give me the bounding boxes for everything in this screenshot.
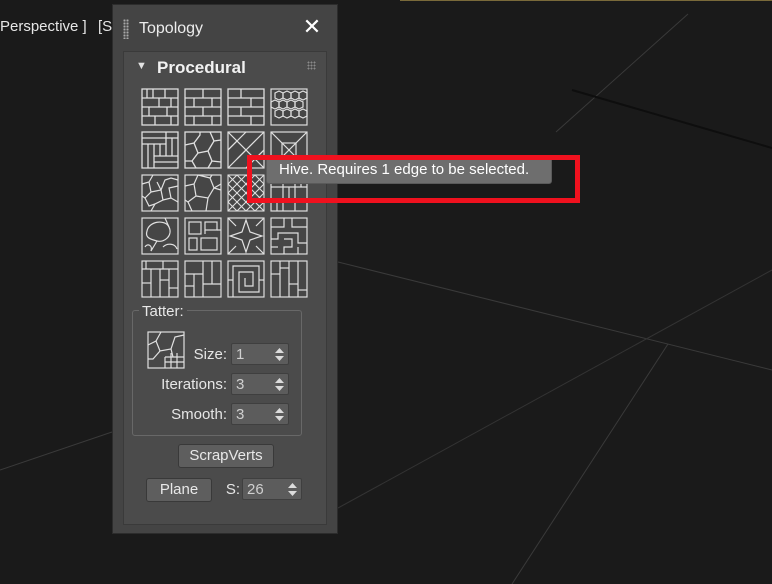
- smooth-label: Smooth:: [171, 406, 227, 423]
- rollout-grip-icon[interactable]: [307, 61, 316, 70]
- pattern-flagstone-icon[interactable]: [184, 174, 222, 212]
- topology-panel: Topology ✕ ▼ Procedural Tatter: Size: 1 …: [112, 4, 338, 534]
- pattern-star-cross-icon[interactable]: [227, 217, 265, 255]
- pattern-hive-icon[interactable]: [270, 88, 308, 126]
- tatter-label: Tatter:: [139, 303, 187, 320]
- panel-header[interactable]: Topology ✕: [113, 5, 337, 47]
- scrapverts-button[interactable]: ScrapVerts: [178, 444, 274, 468]
- viewport-label[interactable]: Perspective ]: [0, 18, 87, 35]
- smooth-value[interactable]: 3: [236, 406, 244, 423]
- spinner-arrows-icon[interactable]: [288, 482, 297, 497]
- panel-title: Topology: [139, 20, 204, 37]
- viewport-shading-label[interactable]: [S: [98, 18, 112, 35]
- close-icon[interactable]: ✕: [301, 17, 323, 39]
- collapse-arrow-icon[interactable]: ▼: [136, 60, 147, 72]
- pattern-basket-icon[interactable]: [141, 131, 179, 169]
- pattern-tiles-mixed-icon[interactable]: [184, 217, 222, 255]
- pattern-cracked-icon[interactable]: [141, 174, 179, 212]
- spinner-arrows-icon[interactable]: [275, 377, 284, 392]
- pattern-voronoi-icon[interactable]: [184, 131, 222, 169]
- plane-s-spinner[interactable]: 26: [242, 478, 302, 500]
- pattern-spiral-icon[interactable]: [227, 260, 265, 298]
- iterations-label: Iterations:: [161, 376, 227, 393]
- pattern-stones-icon[interactable]: [141, 217, 179, 255]
- size-value[interactable]: 1: [236, 346, 244, 363]
- drag-grip-icon[interactable]: [123, 19, 129, 39]
- pattern-brick-icon[interactable]: [141, 88, 179, 126]
- iterations-value[interactable]: 3: [236, 376, 244, 393]
- plane-button[interactable]: Plane: [146, 478, 212, 502]
- pattern-plank-icon[interactable]: [141, 260, 179, 298]
- plane-s-value[interactable]: 26: [247, 481, 264, 498]
- pattern-offset-brick-icon[interactable]: [184, 88, 222, 126]
- procedural-rollout: ▼ Procedural Tatter: Size: 1 Iterations:…: [123, 51, 327, 525]
- pattern-stack-brick-icon[interactable]: [227, 88, 265, 126]
- smooth-spinner[interactable]: 3: [231, 403, 289, 425]
- spinner-arrows-icon[interactable]: [275, 347, 284, 362]
- tatter-group: Tatter: Size: 1 Iterations: 3 Smooth: 3: [132, 303, 302, 436]
- rollout-title: Procedural: [157, 58, 246, 77]
- size-spinner[interactable]: 1: [231, 343, 289, 365]
- highlight-box: [247, 155, 580, 203]
- pattern-stripes-icon[interactable]: [270, 260, 308, 298]
- size-label: Size:: [193, 346, 227, 363]
- iterations-spinner[interactable]: 3: [231, 373, 289, 395]
- spinner-arrows-icon[interactable]: [275, 407, 284, 422]
- rollout-header[interactable]: ▼ Procedural: [124, 52, 326, 82]
- tatter-button-icon[interactable]: [147, 331, 185, 369]
- pattern-maze-icon[interactable]: [270, 217, 308, 255]
- pattern-t-grid-icon[interactable]: [184, 260, 222, 298]
- plane-s-label: S:: [225, 481, 240, 498]
